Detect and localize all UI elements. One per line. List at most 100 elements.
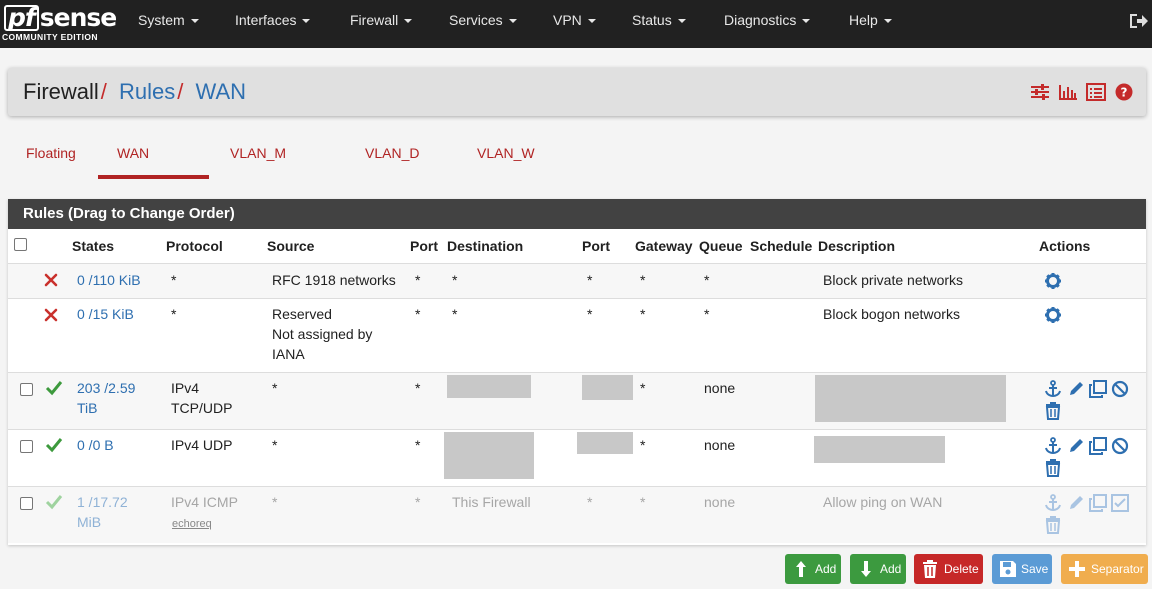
source-cell-line2: Not assigned by bbox=[272, 326, 373, 342]
redacted-destination-port bbox=[582, 375, 633, 400]
edit-pencil-icon[interactable] bbox=[1067, 494, 1085, 512]
source-port-cell: * bbox=[415, 306, 421, 322]
nav-firewall[interactable]: Firewall bbox=[350, 0, 413, 40]
description-cell: Block bogon networks bbox=[823, 306, 960, 322]
source-port-cell: * bbox=[415, 272, 421, 288]
help-icon[interactable]: ? bbox=[1114, 83, 1134, 101]
sign-out-icon[interactable] bbox=[1128, 12, 1148, 30]
col-gateway[interactable]: Gateway bbox=[635, 229, 693, 263]
table-header: States Protocol Source Port Destination … bbox=[8, 229, 1146, 263]
row-checkbox[interactable] bbox=[20, 440, 33, 453]
col-destination[interactable]: Destination bbox=[447, 229, 523, 263]
col-description[interactable]: Description bbox=[818, 229, 895, 263]
save-button[interactable]: Save bbox=[992, 554, 1052, 584]
anchor-icon[interactable] bbox=[1044, 494, 1062, 512]
breadcrumb-wan[interactable]: WAN bbox=[196, 79, 247, 104]
gateway-cell: * bbox=[640, 437, 646, 453]
pass-check-icon bbox=[45, 495, 63, 510]
anchor-icon[interactable] bbox=[1044, 437, 1062, 455]
delete-button[interactable]: Delete bbox=[914, 554, 983, 584]
trash-icon[interactable] bbox=[1044, 516, 1062, 534]
col-states[interactable]: States bbox=[72, 229, 114, 263]
copy-icon[interactable] bbox=[1089, 380, 1107, 398]
gear-icon[interactable] bbox=[1044, 272, 1062, 290]
nav-diagnostics[interactable]: Diagnostics bbox=[724, 0, 811, 40]
states-link[interactable]: 0 /110 KiB bbox=[77, 270, 141, 290]
gateway-cell: * bbox=[640, 272, 646, 288]
disable-ban-icon[interactable] bbox=[1111, 437, 1129, 455]
list-icon[interactable] bbox=[1086, 83, 1106, 101]
nav-help[interactable]: Help bbox=[849, 0, 892, 40]
gateway-cell: * bbox=[640, 494, 646, 510]
row-checkbox[interactable] bbox=[20, 497, 33, 510]
source-cell: * bbox=[272, 494, 278, 510]
col-source-port[interactable]: Port bbox=[410, 229, 438, 263]
breadcrumb-rules[interactable]: Rules bbox=[119, 79, 175, 104]
nav-label: Status bbox=[632, 12, 672, 28]
pfsense-logo[interactable]: pf sense COMMUNITY EDITION bbox=[2, 4, 117, 44]
table-row[interactable]: 0 /15 KiB * Reserved Not assigned by IAN… bbox=[8, 298, 1146, 372]
caret-down-icon bbox=[677, 19, 686, 24]
queue-cell: none bbox=[704, 380, 736, 396]
source-cell: * bbox=[272, 380, 278, 396]
bar-chart-icon[interactable] bbox=[1058, 83, 1078, 101]
nav-label: VPN bbox=[553, 12, 582, 28]
gear-icon[interactable] bbox=[1044, 306, 1062, 324]
col-schedule[interactable]: Schedule bbox=[750, 229, 812, 263]
nav-interfaces[interactable]: Interfaces bbox=[235, 0, 311, 40]
table-row[interactable]: 0 /110 KiB * RFC 1918 networks * * * * *… bbox=[8, 263, 1146, 298]
enable-check-square-icon[interactable] bbox=[1111, 494, 1129, 512]
nav-system[interactable]: System bbox=[138, 0, 199, 40]
select-all-checkbox[interactable] bbox=[14, 238, 27, 251]
caret-down-icon bbox=[587, 19, 596, 24]
nav-services[interactable]: Services bbox=[449, 0, 517, 40]
table-row[interactable]: 0 /0 B IPv4 UDP * * * none bbox=[8, 429, 1146, 486]
tab-vlan-w[interactable]: VLAN_W bbox=[468, 137, 568, 179]
add-bottom-button[interactable]: Add bbox=[850, 554, 906, 584]
col-queue[interactable]: Queue bbox=[699, 229, 743, 263]
row-checkbox[interactable] bbox=[20, 383, 33, 396]
block-x-icon bbox=[44, 308, 58, 322]
edit-pencil-icon[interactable] bbox=[1067, 437, 1085, 455]
trash-icon[interactable] bbox=[1044, 459, 1062, 477]
protocol-cell: IPv4 ICMP bbox=[171, 494, 238, 510]
logo-edition: COMMUNITY EDITION bbox=[2, 32, 98, 42]
breadcrumb-separator: / bbox=[100, 79, 107, 104]
edit-pencil-icon[interactable] bbox=[1067, 380, 1085, 398]
table-row[interactable]: 1 /17.72 MiB IPv4 ICMP echoreq * * This … bbox=[8, 486, 1146, 543]
copy-icon[interactable] bbox=[1089, 494, 1107, 512]
tab-vlan-m[interactable]: VLAN_M bbox=[221, 137, 331, 179]
description-cell: Block private networks bbox=[823, 272, 964, 288]
tab-label: VLAN_D bbox=[365, 145, 420, 161]
logo-pf: pf bbox=[4, 5, 39, 31]
tab-vlan-d[interactable]: VLAN_D bbox=[355, 137, 455, 179]
states-link[interactable]: 1 /17.72 bbox=[77, 492, 128, 512]
redacted-destination bbox=[447, 375, 531, 398]
icmp-type-link[interactable]: echoreq bbox=[172, 512, 212, 534]
nav-vpn[interactable]: VPN bbox=[553, 0, 596, 40]
states-link[interactable]: 203 /2.59 bbox=[77, 378, 135, 398]
separator-button[interactable]: Separator bbox=[1061, 554, 1148, 584]
col-protocol[interactable]: Protocol bbox=[166, 229, 223, 263]
tab-wan[interactable]: WAN bbox=[98, 137, 209, 179]
button-label: Add bbox=[815, 562, 837, 576]
states-link-line2[interactable]: TiB bbox=[77, 398, 97, 418]
col-source[interactable]: Source bbox=[267, 229, 314, 263]
states-link[interactable]: 0 /0 B bbox=[77, 435, 114, 455]
states-link-line2[interactable]: MiB bbox=[77, 512, 101, 532]
states-link[interactable]: 0 /15 KiB bbox=[77, 304, 134, 324]
sliders-icon[interactable] bbox=[1030, 83, 1050, 101]
copy-icon[interactable] bbox=[1089, 437, 1107, 455]
nav-status[interactable]: Status bbox=[632, 0, 686, 40]
col-destination-port[interactable]: Port bbox=[582, 229, 610, 263]
disable-ban-icon[interactable] bbox=[1111, 380, 1129, 398]
trash-icon[interactable] bbox=[1044, 402, 1062, 420]
add-top-button[interactable]: Add bbox=[785, 554, 841, 584]
svg-text:?: ? bbox=[1121, 86, 1128, 100]
anchor-icon[interactable] bbox=[1044, 380, 1062, 398]
button-label: Add bbox=[880, 562, 902, 576]
tab-floating[interactable]: Floating bbox=[18, 137, 92, 179]
button-label: Save bbox=[1021, 562, 1049, 576]
table-row[interactable]: 203 /2.59 TiB IPv4 TCP/UDP * * * none bbox=[8, 372, 1146, 429]
trash-icon bbox=[923, 560, 937, 578]
